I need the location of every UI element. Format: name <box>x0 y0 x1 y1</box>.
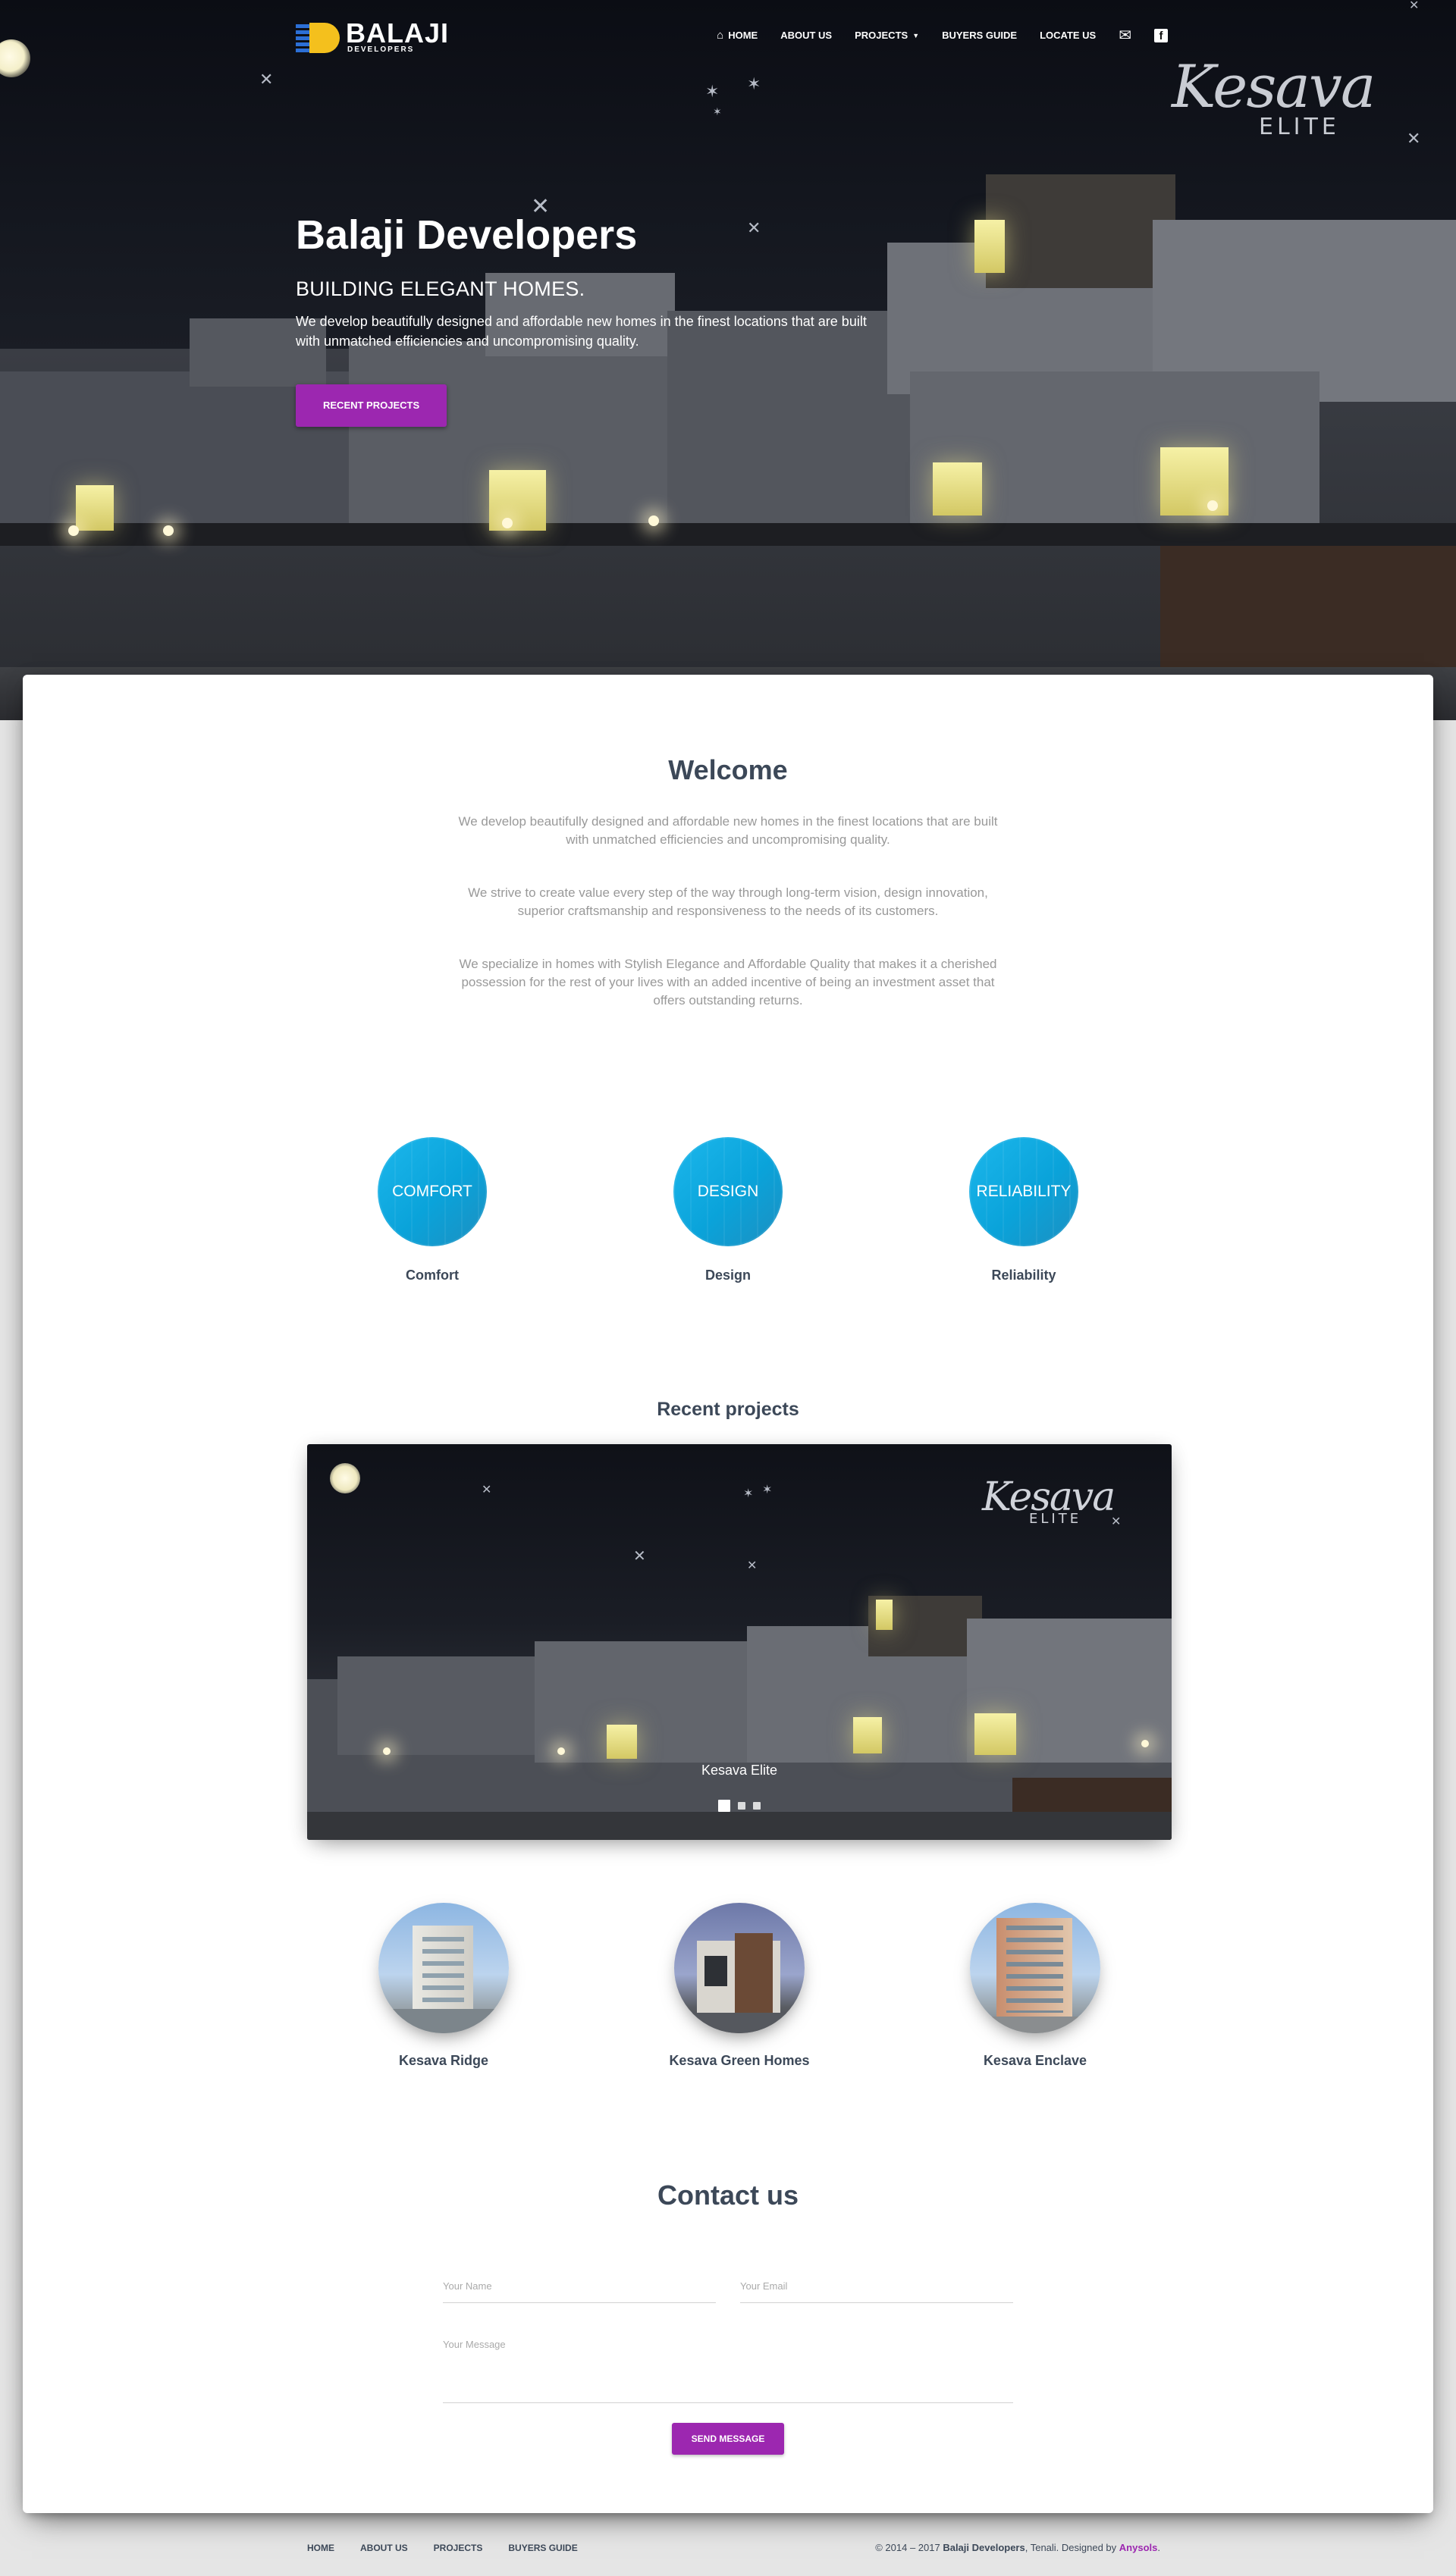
copyright-location: , Tenali. Designed by <box>1025 2542 1117 2553</box>
nav-about-label: ABOUT US <box>780 30 833 41</box>
project-kesava-ridge[interactable]: Kesava Ridge <box>345 1903 542 2069</box>
nav-locate-us[interactable]: LOCATE US <box>1040 30 1096 41</box>
facebook-icon[interactable]: f <box>1154 28 1168 42</box>
send-message-button[interactable]: SEND MESSAGE <box>672 2423 784 2455</box>
project-name[interactable]: Kesava Enclave <box>937 2053 1134 2069</box>
hero-copy: Balaji Developers BUILDING ELEGANT HOMES… <box>296 211 902 427</box>
copyright-years: © 2014 – 2017 <box>875 2542 940 2553</box>
welcome-paragraph: We strive to create value every step of … <box>468 885 988 918</box>
kesava-elite-logo: Kesava ELITE <box>1172 53 1384 146</box>
email-field[interactable] <box>740 2280 1013 2303</box>
name-field[interactable] <box>443 2280 716 2303</box>
carousel-indicators <box>307 1800 1172 1812</box>
carousel-indicator-2[interactable] <box>738 1802 745 1810</box>
project-thumbnail[interactable] <box>378 1903 509 2033</box>
nav-projects-dropdown[interactable]: PROJECTS ▼ <box>855 30 919 41</box>
nav-about-us[interactable]: ABOUT US <box>780 30 832 41</box>
brand-title: BALAJI <box>346 17 450 49</box>
footer-link-projects[interactable]: PROJECTS <box>434 2543 483 2553</box>
recent-projects-button[interactable]: RECENT PROJECTS <box>296 384 447 427</box>
star-graphic: ✶ <box>747 74 761 93</box>
nav-buyers-label: BUYERS GUIDE <box>942 30 1018 41</box>
feature-label: Design <box>704 1268 751 1283</box>
project-name[interactable]: Kesava Green Homes <box>641 2053 838 2069</box>
project-thumbnail[interactable] <box>674 1903 805 2033</box>
hero-title: Balaji Developers <box>296 212 638 258</box>
nav-projects-label: PROJECTS <box>855 30 908 41</box>
reliability-badge-text: RELIABILITY <box>976 1183 1072 1200</box>
kesava-logo-sub: ELITE <box>1259 114 1340 140</box>
contact-title: Contact us <box>657 2180 799 2211</box>
nav-menu: ⌂ HOME ABOUT US PROJECTS ▼ BUYERS GUIDE … <box>717 26 1168 45</box>
projects-carousel[interactable]: ✕ ✕ ✶ ✶ ✕ ✕ Kesava ELITE Kesava Elite <box>307 1444 1172 1840</box>
carousel-indicator-1[interactable] <box>718 1800 730 1812</box>
feature-design: DESIGN Design <box>645 1137 811 1283</box>
project-thumbnail[interactable] <box>970 1903 1100 2033</box>
top-navbar: BALAJI DEVELOPERS ⌂ HOME ABOUT US PROJEC… <box>296 17 1168 62</box>
footer-links: HOME ABOUT US PROJECTS BUYERS GUIDE <box>307 2543 578 2553</box>
message-textarea[interactable] <box>443 2339 1013 2399</box>
kesava-elite-logo: Kesava ELITE <box>982 1474 1116 1527</box>
star-graphic: ✕ <box>1409 0 1420 12</box>
moon-graphic <box>330 1463 360 1493</box>
copyright-text: © 2014 – 2017 Balaji Developers, Tenali.… <box>875 2542 1160 2553</box>
star-graphic: ✶ <box>705 82 720 101</box>
star-graphic: ✕ <box>747 1559 758 1572</box>
caret-down-icon: ▼ <box>912 31 920 39</box>
nav-home[interactable]: ⌂ HOME <box>717 29 758 42</box>
footer-link-about-us[interactable]: ABOUT US <box>360 2543 408 2553</box>
brand-logo[interactable]: BALAJI DEVELOPERS <box>296 17 450 55</box>
nav-locate-label: LOCATE US <box>1040 30 1097 41</box>
footer: HOME ABOUT US PROJECTS BUYERS GUIDE © 20… <box>0 2524 1456 2576</box>
feature-reliability: RELIABILITY Reliability <box>940 1137 1107 1283</box>
email-input[interactable] <box>740 2280 1013 2292</box>
hero-section: ✕ ✕ ✕ ✶ ✶ ✶ ✕ ✕ Kesava ELITE BALAJI DEVE… <box>0 0 1456 720</box>
name-input[interactable] <box>443 2280 716 2292</box>
balaji-logo-icon <box>296 20 341 55</box>
footer-link-buyers-guide[interactable]: BUYERS GUIDE <box>508 2543 577 2553</box>
feature-label: Reliability <box>991 1268 1056 1283</box>
copyright-suffix: . <box>1157 2542 1160 2553</box>
feature-label: Comfort <box>406 1268 459 1283</box>
recent-projects-title: Recent projects <box>657 1399 799 1420</box>
star-graphic: ✕ <box>1407 129 1421 148</box>
carousel-indicator-3[interactable] <box>753 1802 761 1810</box>
moon-graphic <box>0 39 30 77</box>
star-graphic: ✕ <box>482 1484 492 1496</box>
nav-home-label: HOME <box>728 30 758 41</box>
home-icon: ⌂ <box>717 29 724 42</box>
envelope-icon[interactable]: ✉ <box>1119 26 1131 45</box>
hero-description: We develop beautifully designed and affo… <box>296 314 867 349</box>
slide-logo-sub: ELITE <box>1029 1511 1082 1527</box>
project-kesava-enclave[interactable]: Kesava Enclave <box>937 1903 1134 2069</box>
reliability-badge: RELIABILITY <box>969 1137 1078 1246</box>
star-graphic: ✕ <box>633 1548 646 1565</box>
welcome-paragraph: We develop beautifully designed and affo… <box>458 814 998 847</box>
kesava-logo-script: Kesava <box>1172 53 1376 121</box>
copyright-company: Balaji Developers <box>943 2542 1025 2553</box>
project-name[interactable]: Kesava Ridge <box>345 2053 542 2069</box>
star-graphic: ✶ <box>713 105 722 118</box>
main-content-card: Welcome We develop beautifully designed … <box>23 675 1433 2513</box>
brand-name: BALAJI DEVELOPERS <box>346 17 450 54</box>
design-badge-text: DESIGN <box>697 1183 759 1200</box>
star-graphic: ✶ <box>762 1484 773 1496</box>
welcome-title: Welcome <box>668 754 788 785</box>
design-badge: DESIGN <box>673 1137 783 1246</box>
nav-buyers-guide[interactable]: BUYERS GUIDE <box>942 30 1017 41</box>
project-kesava-green-homes[interactable]: Kesava Green Homes <box>641 1903 838 2069</box>
comfort-badge-text: COMFORT <box>392 1183 472 1200</box>
slide-caption: Kesava Elite <box>701 1763 778 1778</box>
designer-link[interactable]: Anysols <box>1119 2542 1158 2553</box>
message-field[interactable] <box>443 2339 1013 2403</box>
hero-subtitle: BUILDING ELEGANT HOMES. <box>296 277 585 300</box>
star-graphic: ✶ <box>743 1487 754 1500</box>
star-graphic: ✕ <box>259 70 274 89</box>
welcome-paragraph: We specialize in homes with Stylish Eleg… <box>459 957 997 1008</box>
footer-link-home[interactable]: HOME <box>307 2543 334 2553</box>
comfort-badge: COMFORT <box>378 1137 487 1246</box>
feature-comfort: COMFORT Comfort <box>349 1137 516 1283</box>
